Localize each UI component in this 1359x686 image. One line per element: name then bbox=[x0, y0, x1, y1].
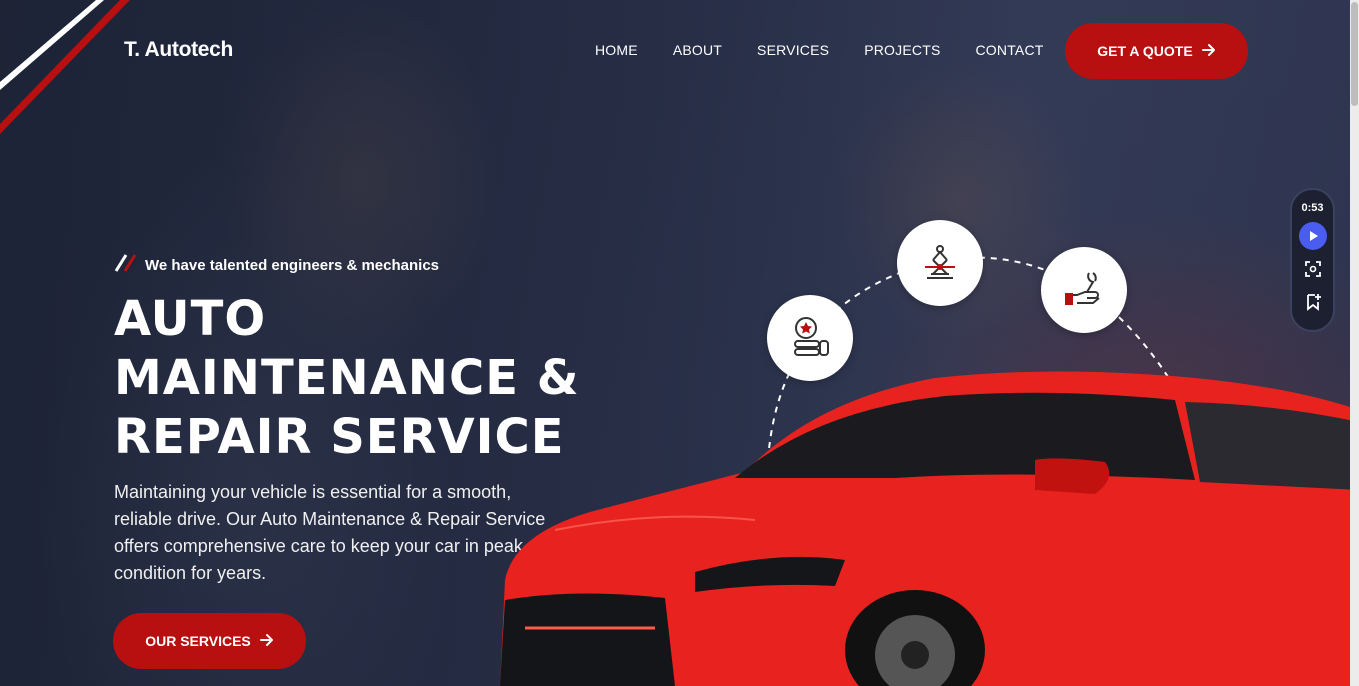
main-nav: HOME ABOUT SERVICES PROJECTS CONTACT bbox=[595, 42, 1079, 58]
bookmark-button[interactable] bbox=[1304, 293, 1322, 316]
play-icon bbox=[1309, 231, 1318, 241]
nav-projects[interactable]: PROJECTS bbox=[864, 42, 940, 58]
get-quote-button[interactable]: GET A QUOTE bbox=[1065, 23, 1248, 79]
recorder-time: 0:53 bbox=[1301, 202, 1324, 214]
tagline-text: We have talented engineers & mechanics bbox=[145, 256, 440, 274]
hero-tagline: We have talented engineers & mechanics bbox=[114, 254, 440, 276]
car-jack-icon[interactable] bbox=[897, 220, 983, 306]
nav-contact[interactable]: CONTACT bbox=[975, 42, 1043, 58]
nav-home[interactable]: HOME bbox=[595, 42, 638, 58]
play-button[interactable] bbox=[1298, 222, 1327, 250]
our-services-label: OUR SERVICES bbox=[145, 633, 251, 649]
page-scrollbar[interactable] bbox=[1350, 0, 1359, 686]
screenshot-button[interactable] bbox=[1304, 260, 1322, 283]
our-services-button[interactable]: OUR SERVICES bbox=[113, 613, 306, 669]
wrench-hand-icon[interactable] bbox=[1041, 247, 1127, 333]
arrow-right-icon bbox=[1201, 43, 1216, 60]
red-suv-image bbox=[500, 371, 1359, 686]
arrow-right-icon bbox=[259, 633, 274, 650]
nav-about[interactable]: ABOUT bbox=[673, 42, 722, 58]
brand-logo[interactable]: T. Autotech bbox=[124, 38, 233, 62]
scrollbar-thumb[interactable] bbox=[1351, 2, 1358, 106]
screen-recorder-widget: 0:53 bbox=[1290, 188, 1335, 332]
corner-stripes bbox=[0, 0, 130, 134]
capture-icon bbox=[1304, 261, 1321, 277]
get-quote-label: GET A QUOTE bbox=[1097, 43, 1193, 59]
bookmark-add-icon bbox=[1306, 294, 1321, 311]
headline-line-1: AUTO bbox=[114, 291, 267, 347]
double-slash-icon bbox=[114, 254, 137, 276]
nav-services[interactable]: SERVICES bbox=[757, 42, 829, 58]
